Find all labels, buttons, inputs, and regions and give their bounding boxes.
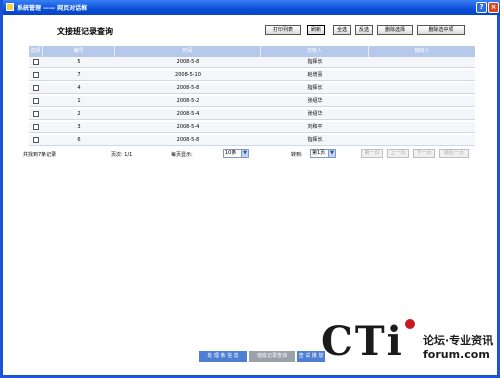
cell-receiver bbox=[369, 135, 475, 145]
row-checkbox[interactable] bbox=[33, 111, 39, 117]
task-tab-message[interactable]: 处 理 条 信 息 bbox=[199, 351, 247, 362]
record-count: 共找到7条记录 bbox=[23, 152, 57, 158]
column-header-id: 编号 bbox=[43, 46, 115, 57]
cell-time: 2008-5-8 bbox=[176, 85, 200, 91]
watermark-logo: CTi bbox=[321, 318, 415, 365]
page-title: 文接班记录查询 bbox=[57, 27, 113, 36]
per-page-label: 每页显示: bbox=[171, 152, 193, 158]
table-row[interactable]: 2 2008-5-4 张绍华 bbox=[29, 109, 475, 120]
per-page-value: 10条 bbox=[225, 150, 237, 156]
print-list-button[interactable]: 打印列表 bbox=[265, 25, 301, 35]
cell-receiver bbox=[369, 83, 475, 93]
goto-page-value: 第1页 bbox=[312, 150, 326, 156]
cell-receiver bbox=[369, 70, 475, 80]
window-title: 系统管理 —— 网页对话框 bbox=[17, 5, 88, 12]
close-button[interactable]: × bbox=[488, 2, 499, 13]
help-button[interactable]: ? bbox=[476, 2, 487, 13]
row-checkbox[interactable] bbox=[33, 137, 39, 143]
cell-time: 2008-5-2 bbox=[176, 98, 200, 104]
table-header: 选择 编号 时间 交班人 接班人 bbox=[29, 46, 475, 57]
next-page-button[interactable]: 下一页 bbox=[413, 149, 435, 158]
title-bar: 系统管理 —— 网页对话框 ? × bbox=[3, 0, 500, 15]
row-checkbox[interactable] bbox=[33, 59, 39, 65]
column-header-receiver: 接班人 bbox=[414, 48, 430, 54]
refresh-button[interactable]: 刷新 bbox=[307, 25, 325, 35]
cell-id: 2 bbox=[77, 111, 81, 117]
cell-id: 4 bbox=[77, 85, 81, 91]
cell-id: 5 bbox=[77, 59, 81, 65]
watermark: CTi 论坛·专业资讯 forum.com bbox=[321, 318, 500, 370]
cell-time: 2008-5-8 bbox=[176, 137, 200, 143]
cell-time: 2008-5-4 bbox=[176, 111, 200, 117]
invert-selection-button[interactable]: 反选 bbox=[355, 25, 373, 35]
cell-receiver bbox=[369, 57, 475, 67]
dialog-window: 系统管理 —— 网页对话框 ? × 文接班记录查询 打印列表 刷新 全选 反选 … bbox=[0, 0, 500, 378]
cell-handover: 指挥长 bbox=[307, 137, 323, 143]
logo-dot bbox=[405, 319, 415, 329]
cell-id: 6 bbox=[77, 137, 81, 143]
delete-selected-items-button[interactable]: 删除选中项 bbox=[417, 25, 465, 35]
cell-time: 2008-5-10 bbox=[175, 72, 201, 78]
watermark-site: forum.com bbox=[423, 348, 490, 361]
table-row[interactable]: 1 2008-5-2 张绍华 bbox=[29, 96, 475, 107]
row-checkbox[interactable] bbox=[33, 98, 39, 104]
table-row[interactable]: 3 2008-5-4 刘和平 bbox=[29, 122, 475, 133]
pagination-bar: 共找到7条记录 页次: 1/1 每页显示: 10条 ▼ 转到: 第1页 ▼ 第一… bbox=[23, 148, 477, 160]
cell-handover: 指挥长 bbox=[307, 85, 323, 91]
table-row[interactable]: 5 2008-5-8 指挥长 bbox=[29, 57, 475, 68]
chevron-down-icon: ▼ bbox=[241, 150, 248, 157]
row-checkbox[interactable] bbox=[33, 85, 39, 91]
cell-handover: 赵增喜 bbox=[307, 72, 323, 78]
column-header-select: 选择 bbox=[29, 46, 43, 57]
row-checkbox[interactable] bbox=[33, 72, 39, 78]
watermark-logo-text: CTi bbox=[321, 318, 404, 365]
delete-selection-button[interactable]: 删除选择 bbox=[377, 25, 413, 35]
table-row[interactable]: 7 2008-5-10 赵增喜 bbox=[29, 70, 475, 81]
row-checkbox[interactable] bbox=[33, 124, 39, 130]
cell-handover: 刘和平 bbox=[307, 124, 323, 130]
cell-handover: 指挥长 bbox=[307, 59, 323, 65]
cell-handover: 张绍华 bbox=[307, 111, 323, 117]
table-row[interactable]: 4 2008-5-8 指挥长 bbox=[29, 83, 475, 94]
first-page-button[interactable]: 第一页 bbox=[361, 149, 383, 158]
page-indicator: 页次: 1/1 bbox=[111, 152, 133, 158]
cell-id: 7 bbox=[77, 72, 81, 78]
goto-label: 转到: bbox=[291, 152, 303, 158]
column-header-handover: 交班人 bbox=[261, 46, 369, 57]
select-all-button[interactable]: 全选 bbox=[333, 25, 351, 35]
per-page-select[interactable]: 10条 ▼ bbox=[223, 149, 249, 158]
task-tab-duty-record[interactable]: 值班记录查询 bbox=[249, 351, 295, 362]
cell-time: 2008-5-8 bbox=[176, 59, 200, 65]
cell-handover: 张绍华 bbox=[307, 98, 323, 104]
chevron-down-icon: ▼ bbox=[328, 150, 335, 157]
cell-receiver bbox=[369, 109, 475, 119]
prev-page-button[interactable]: 上一页 bbox=[387, 149, 409, 158]
cell-receiver bbox=[369, 96, 475, 106]
cell-time: 2008-5-4 bbox=[176, 124, 200, 130]
last-page-button[interactable]: 最后一页 bbox=[439, 149, 469, 158]
watermark-tagline: 论坛·专业资讯 bbox=[423, 334, 494, 347]
table-row[interactable]: 6 2008-5-8 指挥长 bbox=[29, 135, 475, 146]
cell-receiver bbox=[369, 122, 475, 132]
cell-id: 1 bbox=[77, 98, 81, 104]
goto-page-select[interactable]: 第1页 ▼ bbox=[310, 149, 336, 158]
cell-id: 3 bbox=[77, 124, 81, 130]
app-icon bbox=[6, 3, 14, 11]
column-header-time: 时间 bbox=[115, 46, 261, 57]
